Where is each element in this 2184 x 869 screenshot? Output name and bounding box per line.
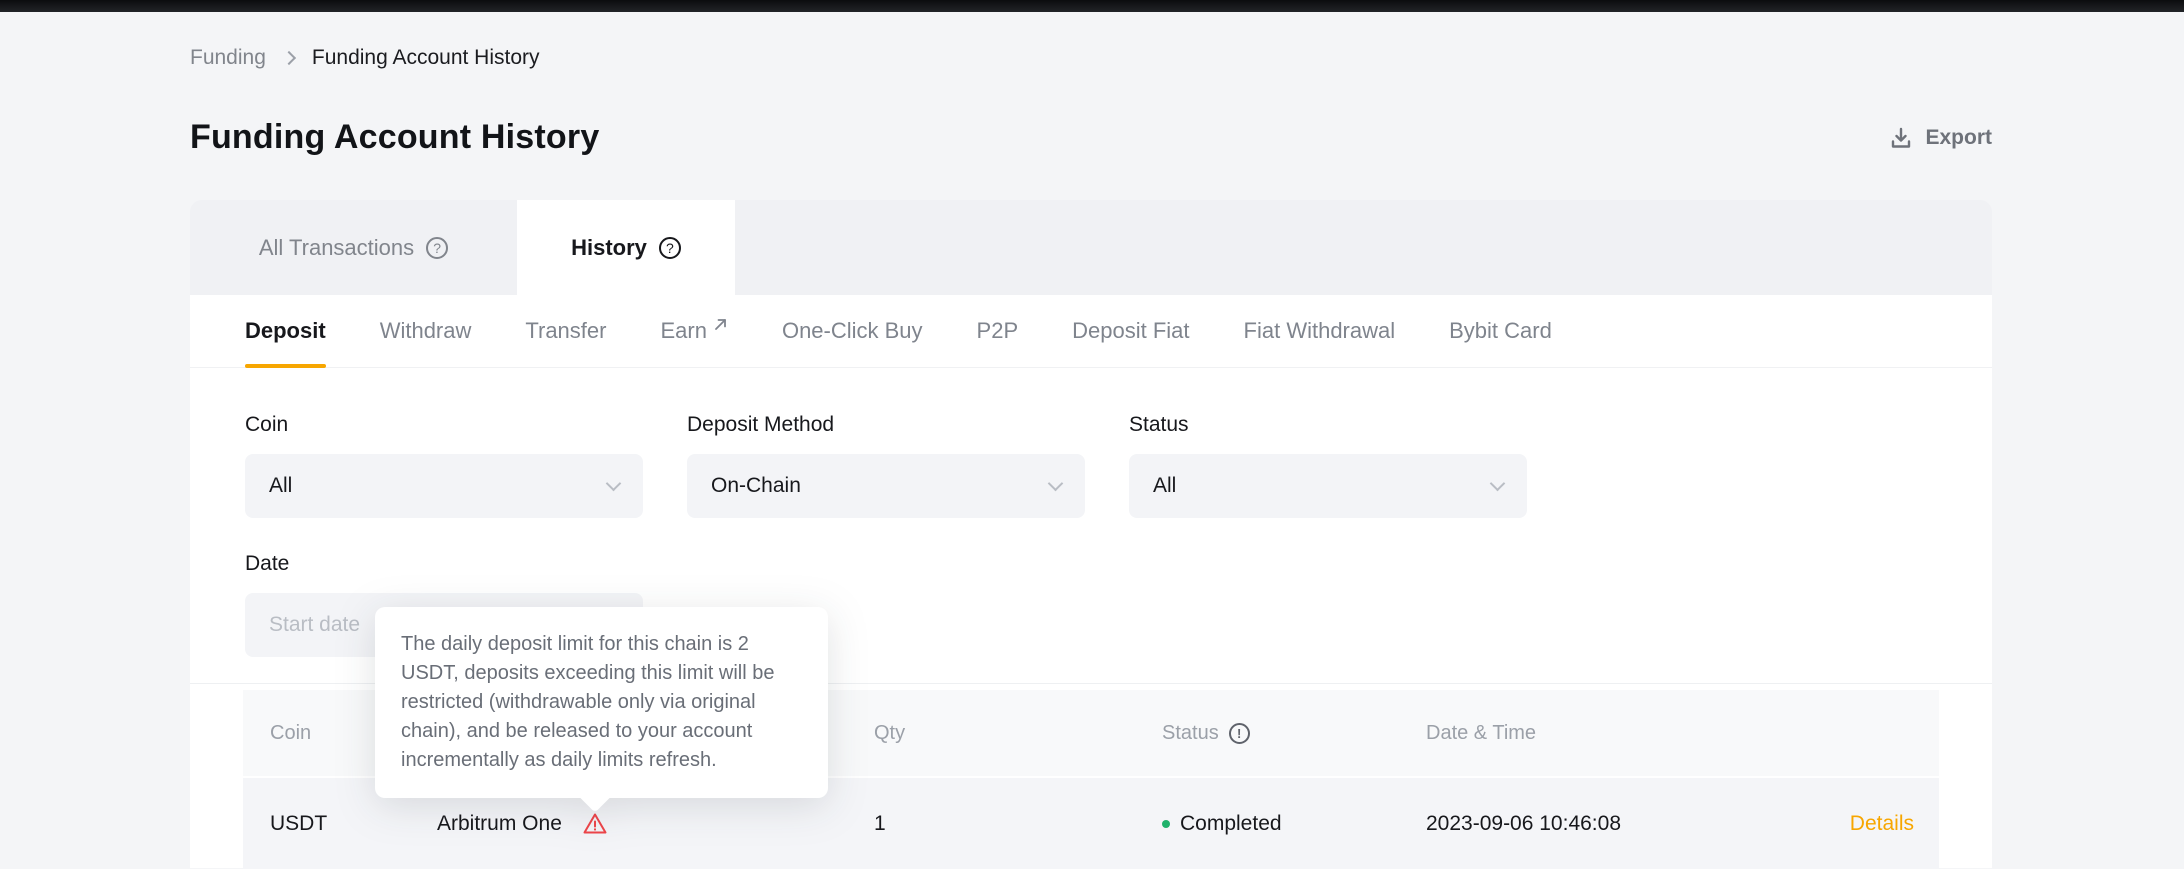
subtab-earn[interactable]: Earn xyxy=(660,295,727,367)
details-link[interactable]: Details xyxy=(1850,812,1914,835)
chevron-down-icon xyxy=(1490,475,1506,491)
deposit-method-select[interactable]: On-Chain xyxy=(687,454,1085,518)
subtab-transfer[interactable]: Transfer xyxy=(525,295,606,367)
status-dot-icon xyxy=(1162,820,1170,828)
status-badge: Completed xyxy=(1180,812,1282,836)
status-filter-label: Status xyxy=(1129,413,1527,437)
external-link-icon xyxy=(713,317,728,332)
tab-bar: All Transactions History xyxy=(190,200,1992,295)
subtab-earn-label: Earn xyxy=(660,318,706,344)
subtab-fiat-withdrawal[interactable]: Fiat Withdrawal xyxy=(1244,295,1396,367)
status-select-value: All xyxy=(1153,474,1176,498)
tooltip-text: The daily deposit limit for this chain i… xyxy=(401,633,775,771)
chevron-down-icon xyxy=(606,475,622,491)
deposit-method-filter: Deposit Method On-Chain xyxy=(687,413,1085,518)
tab-history-label: History xyxy=(571,235,647,261)
breadcrumb: Funding Funding Account History xyxy=(190,46,540,70)
coin-filter-label: Coin xyxy=(245,413,643,437)
coin-select[interactable]: All xyxy=(245,454,643,518)
help-icon[interactable] xyxy=(426,237,448,259)
date-filter-label: Date xyxy=(245,552,1992,576)
row-coin: USDT xyxy=(243,812,437,836)
top-bar xyxy=(0,0,2184,12)
info-icon[interactable] xyxy=(1229,723,1250,744)
coin-filter: Coin All xyxy=(245,413,643,518)
header-status-label: Status xyxy=(1162,722,1219,745)
coin-select-value: All xyxy=(269,474,292,498)
page-header: Funding Account History Export xyxy=(190,118,1992,157)
chevron-right-icon xyxy=(282,51,296,65)
export-button[interactable]: Export xyxy=(1888,125,1992,151)
breadcrumb-current-page: Funding Account History xyxy=(312,46,540,70)
deposit-method-select-value: On-Chain xyxy=(711,474,801,498)
warning-icon[interactable] xyxy=(582,811,608,837)
deposit-limit-tooltip: The daily deposit limit for this chain i… xyxy=(375,607,828,798)
subtab-deposit[interactable]: Deposit xyxy=(245,295,326,367)
deposit-method-filter-label: Deposit Method xyxy=(687,413,1085,437)
status-select[interactable]: All xyxy=(1129,454,1527,518)
tab-all-transactions[interactable]: All Transactions xyxy=(190,200,517,295)
header-status: Status xyxy=(1162,722,1426,745)
subtab-p2p[interactable]: P2P xyxy=(977,295,1019,367)
subtab-deposit-fiat[interactable]: Deposit Fiat xyxy=(1072,295,1189,367)
row-chain: Arbitrum One xyxy=(437,811,874,837)
export-label: Export xyxy=(1925,126,1992,150)
subtab-bar: Deposit Withdraw Transfer Earn One-Click… xyxy=(190,295,1992,368)
row-qty: 1 xyxy=(874,812,1162,836)
subtab-bybit-card[interactable]: Bybit Card xyxy=(1449,295,1552,367)
header-qty: Qty xyxy=(874,722,1162,745)
row-chain-label: Arbitrum One xyxy=(437,812,562,836)
download-icon xyxy=(1888,125,1914,151)
row-status: Completed xyxy=(1162,812,1426,836)
row-datetime: 2023-09-06 10:46:08 xyxy=(1426,812,1826,836)
subtab-one-click-buy[interactable]: One-Click Buy xyxy=(782,295,923,367)
chevron-down-icon xyxy=(1048,475,1064,491)
page-title: Funding Account History xyxy=(190,118,599,157)
tab-history[interactable]: History xyxy=(517,200,735,295)
help-icon[interactable] xyxy=(659,237,681,259)
status-filter: Status All xyxy=(1129,413,1527,518)
breadcrumb-funding-link[interactable]: Funding xyxy=(190,46,266,70)
header-datetime: Date & Time xyxy=(1426,722,1826,745)
subtab-withdraw[interactable]: Withdraw xyxy=(380,295,472,367)
tab-all-transactions-label: All Transactions xyxy=(259,235,414,261)
